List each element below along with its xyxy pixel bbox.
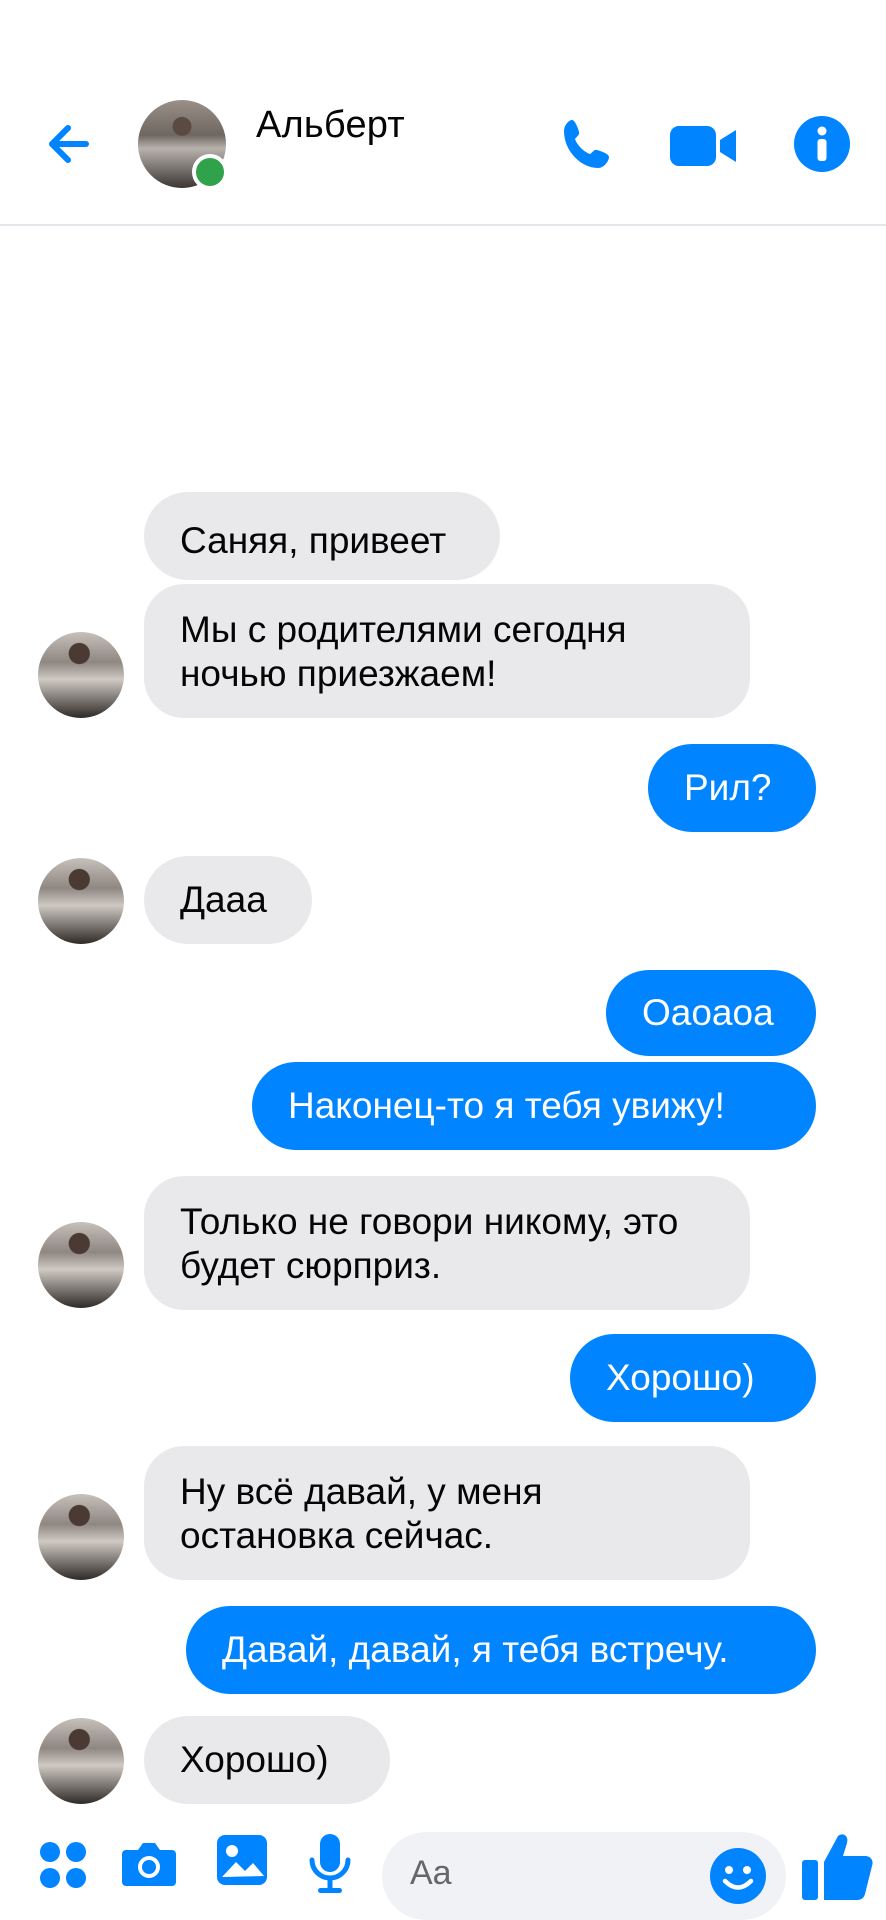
avatar[interactable] bbox=[38, 1718, 124, 1804]
info-icon[interactable] bbox=[792, 114, 852, 174]
message-text: Рил? bbox=[684, 767, 772, 808]
camera-icon[interactable] bbox=[120, 1834, 178, 1892]
contact-avatar[interactable] bbox=[138, 100, 228, 190]
message-bubble-incoming[interactable]: Ну всё давай, у меня остановка сейчас. bbox=[144, 1446, 750, 1580]
message-text: Оаоаоа bbox=[642, 992, 774, 1033]
message-bubble-incoming[interactable]: Саняя, привеет bbox=[144, 492, 500, 580]
message-text: Мы с родителями сегодня ночью приезжаем! bbox=[180, 609, 627, 694]
message-text: Ну всё давай, у меня остановка сейчас. bbox=[180, 1471, 543, 1556]
message-input[interactable]: Aa bbox=[382, 1832, 786, 1920]
image-icon[interactable] bbox=[214, 1832, 270, 1888]
avatar[interactable] bbox=[38, 858, 124, 944]
message-text: Хорошо) bbox=[180, 1739, 329, 1780]
message-text: Саняя, привеет bbox=[180, 520, 447, 561]
message-bubble-incoming[interactable]: Только не говори никому, это будет сюрпр… bbox=[144, 1176, 750, 1310]
message-bubble-outgoing[interactable]: Хорошо) bbox=[570, 1334, 816, 1422]
apps-icon[interactable] bbox=[38, 1840, 88, 1890]
message-input-placeholder: Aa bbox=[410, 1854, 452, 1892]
message-text: Наконец-то я тебя увижу! bbox=[288, 1085, 725, 1126]
message-text: Давай, давай, я тебя встречу. bbox=[222, 1629, 729, 1670]
avatar[interactable] bbox=[38, 1494, 124, 1580]
avatar[interactable] bbox=[38, 632, 124, 718]
message-composer: Aa bbox=[0, 1820, 886, 1920]
message-text: Только не говори никому, это будет сюрпр… bbox=[180, 1201, 679, 1286]
message-bubble-outgoing[interactable]: Рил? bbox=[648, 744, 816, 832]
message-bubble-outgoing[interactable]: Давай, давай, я тебя встречу. bbox=[186, 1606, 816, 1694]
back-arrow-icon[interactable] bbox=[40, 112, 104, 176]
avatar[interactable] bbox=[38, 1222, 124, 1308]
message-bubble-incoming[interactable]: Мы с родителями сегодня ночью приезжаем! bbox=[144, 584, 750, 718]
message-bubble-outgoing[interactable]: Наконец-то я тебя увижу! bbox=[252, 1062, 816, 1150]
message-bubble-incoming[interactable]: Хорошо) bbox=[144, 1716, 390, 1804]
microphone-icon[interactable] bbox=[306, 1832, 354, 1896]
thumbs-up-icon[interactable] bbox=[800, 1828, 876, 1904]
chat-header: Альберт bbox=[0, 0, 886, 226]
phone-icon[interactable] bbox=[554, 114, 618, 178]
message-bubble-incoming[interactable]: Дааа bbox=[144, 856, 312, 944]
video-camera-icon[interactable] bbox=[668, 114, 740, 178]
online-status-indicator bbox=[192, 154, 228, 190]
emoji-icon[interactable] bbox=[708, 1846, 768, 1906]
contact-name[interactable]: Альберт bbox=[256, 104, 405, 147]
message-bubble-outgoing[interactable]: Оаоаоа bbox=[606, 970, 816, 1056]
message-text: Дааа bbox=[180, 879, 267, 920]
message-text: Хорошо) bbox=[606, 1357, 755, 1398]
